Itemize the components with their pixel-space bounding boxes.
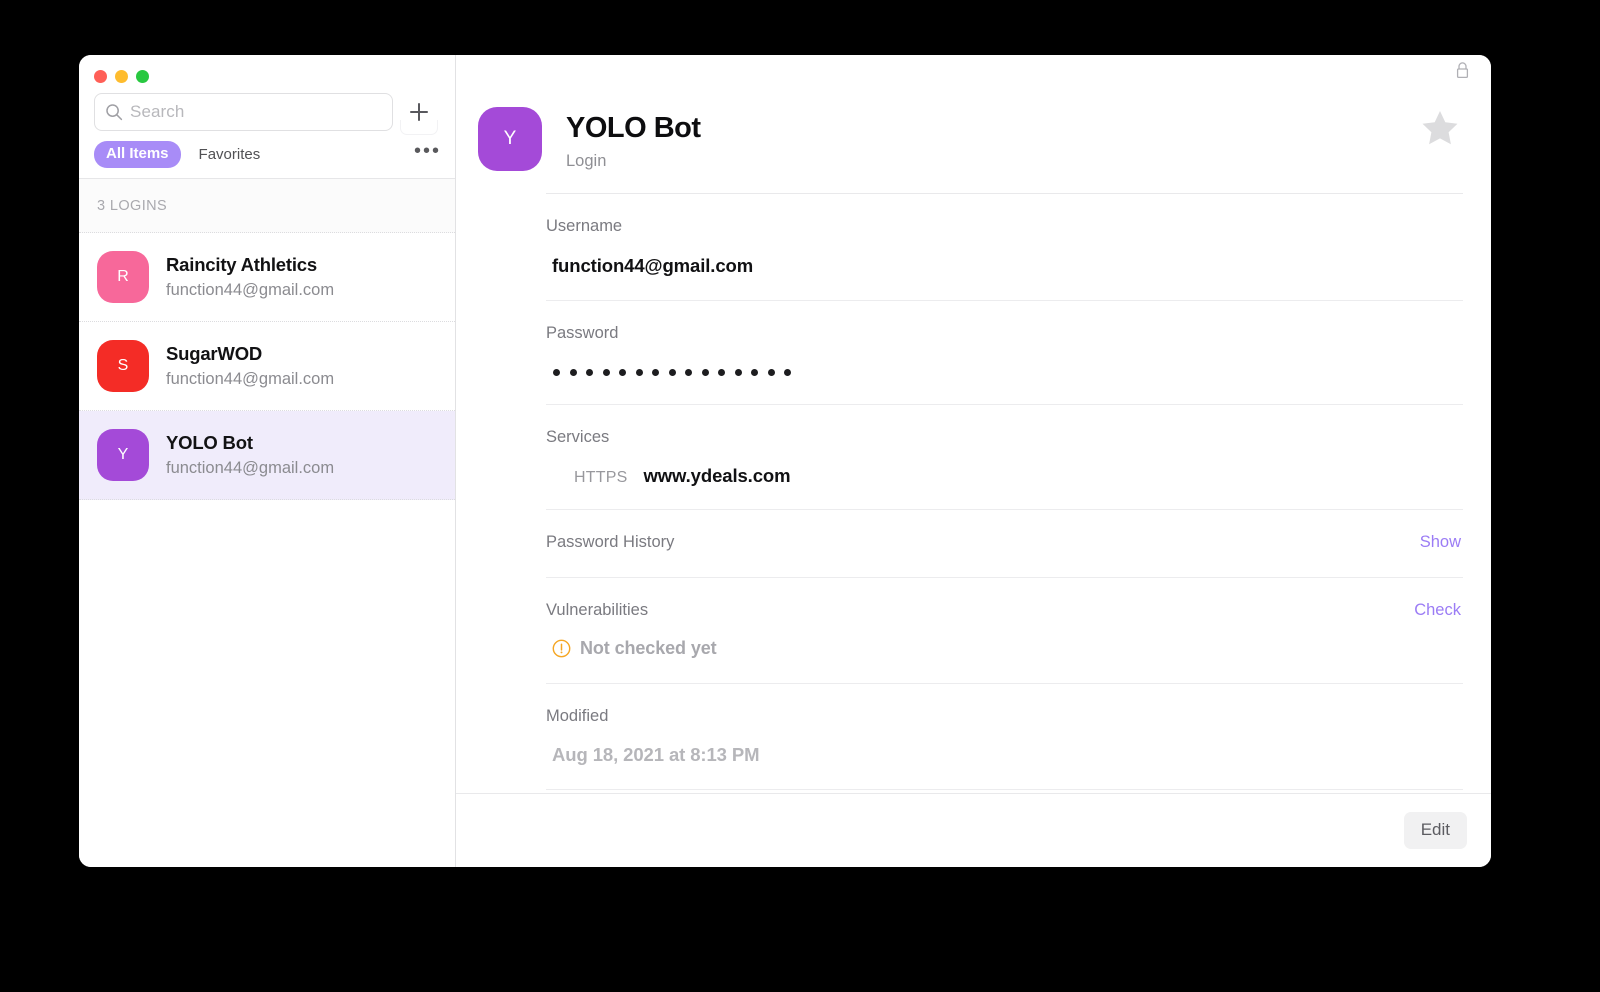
app-window: Search All Items Favorites ••• 3 LOGINS … (79, 55, 1491, 867)
window-controls (79, 55, 455, 85)
list-item[interactable]: Y YOLO Bot function44@gmail.com (79, 411, 455, 500)
avatar-initial: Y (117, 446, 129, 463)
divider (546, 789, 1463, 791)
list-item-text: Raincity Athletics function44@gmail.com (166, 252, 334, 303)
service-scheme: HTTPS (574, 468, 628, 486)
service-row[interactable]: HTTPS www.ydeals.com (546, 465, 1463, 487)
sidebar: Search All Items Favorites ••• 3 LOGINS … (79, 55, 456, 867)
list-item-text: SugarWOD function44@gmail.com (166, 341, 334, 392)
field-username: Username function44@gmail.com (478, 194, 1463, 277)
password-dot (602, 368, 610, 376)
list-item-subtitle: function44@gmail.com (166, 459, 335, 478)
password-dot (668, 368, 676, 376)
modified-value: Aug 18, 2021 at 8:13 PM (552, 744, 760, 766)
password-dot (569, 368, 577, 376)
zoom-button[interactable] (136, 69, 149, 83)
avatar-initial: R (117, 268, 129, 285)
search-input[interactable]: Search (94, 93, 393, 131)
password-dot (767, 368, 775, 376)
list-item-title: Raincity Athletics (166, 253, 317, 275)
service-url[interactable]: www.ydeals.com (643, 465, 790, 487)
field-label: Modified (546, 706, 609, 725)
password-dot (784, 368, 791, 376)
field-modified: Modified Aug 18, 2021 at 8:13 PM (478, 684, 1463, 767)
detail-body: Y YOLO Bot Login Username function44@gma… (456, 85, 1491, 793)
lock-row (456, 55, 1491, 85)
password-history-row: Password History Show (478, 532, 1463, 553)
item-list: R Raincity Athletics function44@gmail.co… (79, 233, 455, 867)
add-item-button[interactable] (397, 92, 441, 135)
field-label: Services (546, 428, 610, 447)
list-item-text: YOLO Bot function44@gmail.com (166, 430, 334, 481)
detail-header: Y YOLO Bot Login (478, 85, 1463, 171)
detail-header-text: YOLO Bot Login (566, 107, 701, 171)
search-icon (105, 103, 123, 121)
password-dot (635, 368, 643, 376)
close-button[interactable] (94, 69, 107, 83)
password-dot (734, 368, 742, 376)
field-services: Services HTTPS www.ydeals.com (478, 405, 1463, 486)
password-dot (619, 368, 626, 376)
field-label: Vulnerabilities (546, 601, 649, 620)
list-section-header: 3 LOGINS (79, 179, 455, 233)
field-label: Password History (546, 532, 675, 551)
plus-icon (408, 101, 430, 123)
list-item-subtitle: function44@gmail.com (166, 370, 335, 389)
list-item-title: SugarWOD (166, 342, 263, 364)
show-password-history-link[interactable]: Show (1420, 533, 1461, 552)
field-password: Password (478, 301, 1463, 382)
tab-favorites[interactable]: Favorites (199, 146, 261, 164)
list-item-subtitle: function44@gmail.com (166, 281, 335, 300)
warning-circle-icon (552, 639, 571, 658)
star-icon[interactable] (1419, 107, 1461, 149)
username-value[interactable]: function44@gmail.com (546, 254, 1463, 278)
status-badge: Not checked yet (580, 637, 717, 658)
password-dot (718, 368, 725, 376)
more-options-button[interactable]: ••• (414, 141, 441, 168)
field-vulnerabilities: Vulnerabilities Check Not checked yet (478, 578, 1463, 658)
search-row: Search (79, 85, 455, 135)
list-item[interactable]: S SugarWOD function44@gmail.com (79, 322, 455, 411)
detail-panel: Y YOLO Bot Login Username function44@gma… (456, 55, 1491, 867)
item-category: Login (566, 152, 607, 171)
password-dot (553, 368, 560, 376)
avatar: S (97, 340, 149, 392)
list-item[interactable]: R Raincity Athletics function44@gmail.co… (79, 233, 455, 322)
search-placeholder: Search (130, 102, 185, 121)
password-dot (701, 368, 709, 376)
field-label: Username (546, 217, 623, 236)
filter-tabs: All Items Favorites ••• (79, 133, 455, 179)
password-masked-value[interactable] (546, 362, 1463, 382)
tab-all-items[interactable]: All Items (94, 141, 181, 168)
password-dot (751, 368, 758, 376)
vulnerability-status: Not checked yet (478, 638, 1463, 659)
field-password-history: Password History Show (478, 510, 1463, 553)
detail-avatar-initial: Y (503, 128, 517, 149)
check-vulnerabilities-link[interactable]: Check (1414, 601, 1461, 620)
password-dot (652, 368, 659, 376)
detail-avatar: Y (478, 107, 542, 171)
detail-footer: Edit (456, 793, 1491, 867)
lock-icon[interactable] (1454, 61, 1471, 80)
edit-button[interactable]: Edit (1403, 811, 1467, 850)
password-dot (685, 368, 692, 376)
avatar: R (97, 251, 149, 303)
field-label: Password (546, 323, 619, 342)
avatar-initial: S (117, 357, 129, 374)
password-dot (586, 368, 593, 376)
avatar: Y (97, 429, 149, 481)
vulnerabilities-row: Vulnerabilities Check (478, 600, 1463, 621)
list-item-title: YOLO Bot (166, 431, 253, 453)
minimize-button[interactable] (115, 69, 128, 83)
page-title: YOLO Bot (566, 112, 701, 144)
